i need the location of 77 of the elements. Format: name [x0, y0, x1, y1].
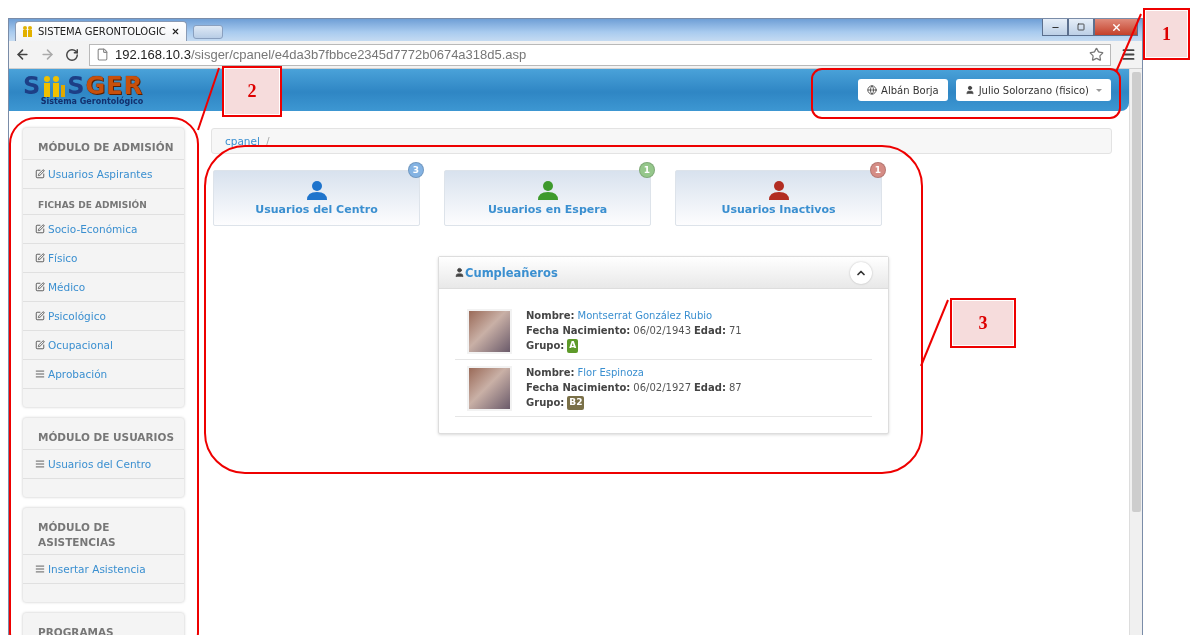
count-badge: 1: [639, 162, 655, 178]
user-icon: [964, 85, 975, 95]
edit-icon: [35, 253, 45, 263]
back-icon[interactable]: [15, 47, 30, 62]
section-heading: MÓDULO DE ASISTENCIAS: [23, 508, 184, 555]
reload-icon[interactable]: [65, 47, 79, 62]
leader-line: [1115, 13, 1142, 73]
globe-icon: [867, 85, 878, 95]
user-icon: [454, 267, 465, 278]
browser-tab[interactable]: SISTEMA GERONTOLÓGIC: [15, 21, 187, 41]
edit-icon: [35, 311, 45, 321]
group-tag: A: [567, 339, 579, 353]
tab-title: SISTEMA GERONTOLÓGIC: [38, 26, 167, 37]
close-button[interactable]: [1094, 19, 1138, 36]
menu-link[interactable]: Usuarios Aspirantes: [23, 160, 184, 189]
callout-label: 3: [950, 298, 1016, 348]
menu-link[interactable]: Usuarios del Centro: [23, 450, 184, 479]
star-icon[interactable]: [1089, 47, 1104, 62]
edit-icon: [35, 224, 45, 234]
menu-link[interactable]: Socio-Económica: [23, 215, 184, 244]
count-badge: 1: [870, 162, 886, 178]
field-value: 06/02/1927: [633, 381, 691, 395]
logo: S SGER Sistema Gerontológico: [23, 74, 144, 106]
callout-label: 1: [1143, 8, 1190, 60]
field-label: Grupo:: [526, 339, 565, 353]
field-label: Edad:: [694, 324, 726, 338]
section-heading: MÓDULO DE ADMISIÓN: [23, 128, 184, 160]
name-link[interactable]: Montserrat González Rubio: [577, 309, 713, 323]
name-link[interactable]: Flor Espinoza: [577, 366, 644, 380]
field-value: 06/02/1943: [633, 324, 691, 338]
panel-title: Cumpleañeros: [454, 265, 558, 280]
caret-icon: [1096, 88, 1102, 92]
page-icon: [96, 48, 109, 61]
menu-icon[interactable]: [1121, 47, 1136, 62]
field-label: Fecha Nacimiento:: [526, 381, 631, 395]
group-tag: B2: [567, 396, 585, 410]
menu-link[interactable]: Psicológico: [23, 302, 184, 331]
edit-icon: [35, 169, 45, 179]
count-badge: 3: [408, 162, 424, 178]
callout-label: 2: [222, 66, 282, 117]
people-icon: [22, 26, 34, 37]
maximize-icon: [1077, 23, 1085, 31]
section-heading: MÓDULO DE USUARIOS: [23, 418, 184, 450]
photo-placeholder: [467, 309, 512, 354]
field-value: 71: [728, 324, 742, 338]
user-button[interactable]: Julio Solorzano (fisico): [955, 79, 1111, 101]
breadcrumb-link[interactable]: cpanel: [225, 135, 260, 147]
edit-icon: [35, 282, 45, 292]
field-label: Nombre:: [526, 366, 575, 380]
list-icon: [35, 459, 45, 469]
menu-link[interactable]: Insertar Asistencia: [23, 555, 184, 584]
list-icon: [35, 369, 45, 379]
menu-link[interactable]: Ocupacional: [23, 331, 184, 360]
address-bar[interactable]: 192.168.10.3/sisger/cpanel/e4da3b7fbbce2345d7772b0674a318d5.asp: [89, 43, 1111, 66]
collapse-button[interactable]: [850, 261, 872, 284]
scrollbar-thumb[interactable]: [1131, 72, 1141, 512]
field-label: Nombre:: [526, 309, 575, 323]
leader-line: [920, 299, 949, 367]
list-icon: [35, 564, 45, 574]
photo-placeholder: [467, 366, 512, 411]
field-value: 87: [728, 381, 742, 395]
edit-icon: [35, 340, 45, 350]
menu-link[interactable]: Aprobación: [23, 360, 184, 389]
minimize-button[interactable]: [1042, 19, 1068, 36]
url-text: 192.168.10.3/sisger/cpanel/e4da3b7fbbce2345d7772b0674a318d5.asp: [115, 47, 527, 62]
field-label: Grupo:: [526, 396, 565, 410]
subheading: FICHAS DE ADMISIÓN: [23, 189, 184, 215]
leader-line: [197, 67, 220, 131]
field-label: Fecha Nacimiento:: [526, 324, 631, 338]
close-icon: [1110, 21, 1122, 33]
user-button[interactable]: Albán Borja: [858, 79, 948, 101]
field-label: Edad:: [694, 381, 726, 395]
menu-link[interactable]: Físico: [23, 244, 184, 273]
people-icon: [41, 75, 68, 97]
maximize-button[interactable]: [1068, 19, 1094, 36]
close-icon[interactable]: [171, 27, 180, 36]
menu-link[interactable]: Médico: [23, 273, 184, 302]
